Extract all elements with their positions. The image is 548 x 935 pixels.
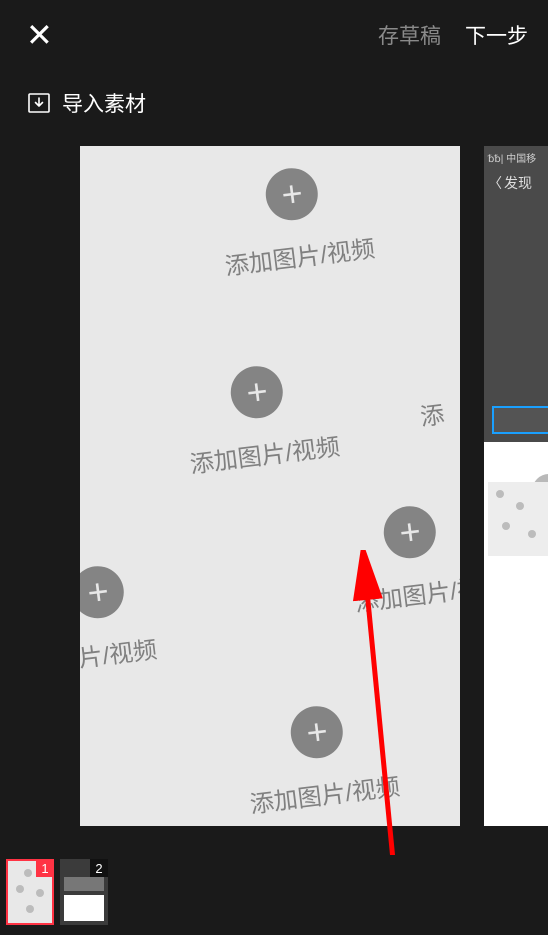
import-icon — [28, 93, 50, 113]
add-media-slot[interactable]: + 添加图片/视频 — [179, 357, 341, 480]
add-media-label: 添加图片/视 — [353, 568, 460, 618]
add-media-label: 添加图片/视频 — [188, 427, 342, 480]
back-link-preview: 〈 发现 — [484, 165, 548, 201]
add-media-slot[interactable]: + 添加图片/视 — [344, 499, 460, 619]
page-thumbnail-strip: 1 2 — [0, 855, 548, 935]
chevron-left-icon: 〈 — [488, 173, 502, 193]
page-preview-2[interactable]: ␢␢| 中国移 〈 发现 — [484, 146, 548, 826]
add-media-slot[interactable]: 添 — [418, 395, 446, 433]
thumbnail-placeholder — [488, 482, 548, 556]
import-asset-button[interactable]: 导入素材 — [0, 70, 548, 146]
plus-icon: + — [80, 563, 127, 621]
add-media-slot[interactable]: + 添加图片/视频 — [214, 159, 376, 282]
add-media-label: 添加图片/视频 — [248, 767, 402, 820]
page-thumbnail-2[interactable]: 2 — [60, 859, 108, 925]
add-media-label: 图片/视频 — [80, 630, 159, 677]
preview-carousel[interactable]: + 添加图片/视频 视频 + 添加图片/视频 添 + 添加图片/视 + 图片/视… — [0, 146, 548, 842]
page-thumbnail-1[interactable]: 1 — [6, 859, 54, 925]
plus-icon: + — [228, 363, 286, 421]
next-step-button[interactable]: 下一步 — [465, 20, 528, 50]
add-media-label: 添加图片/视频 — [223, 229, 377, 282]
page-preview-1[interactable]: + 添加图片/视频 视频 + 添加图片/视频 添 + 添加图片/视 + 图片/视… — [80, 146, 460, 826]
add-media-slot[interactable]: + 图片/视频 — [80, 560, 159, 677]
header-actions: 存草稿 下一步 — [378, 20, 528, 50]
add-media-label: 添 — [418, 395, 446, 433]
plus-icon: + — [381, 503, 439, 561]
selection-box — [492, 406, 548, 434]
add-media-slot[interactable]: + 添加图片/视频 — [239, 697, 401, 820]
page-content-area — [484, 442, 548, 826]
close-button[interactable]: ✕ — [26, 19, 53, 51]
page-number-badge: 2 — [90, 859, 108, 877]
plus-icon: + — [288, 703, 346, 761]
status-bar-text: ␢␢| 中国移 — [484, 146, 548, 165]
import-label: 导入素材 — [62, 88, 146, 118]
page-number-badge: 1 — [36, 859, 54, 877]
header-bar: ✕ 存草稿 下一步 — [0, 0, 548, 70]
save-draft-button[interactable]: 存草稿 — [378, 20, 441, 50]
plus-icon: + — [263, 165, 321, 223]
